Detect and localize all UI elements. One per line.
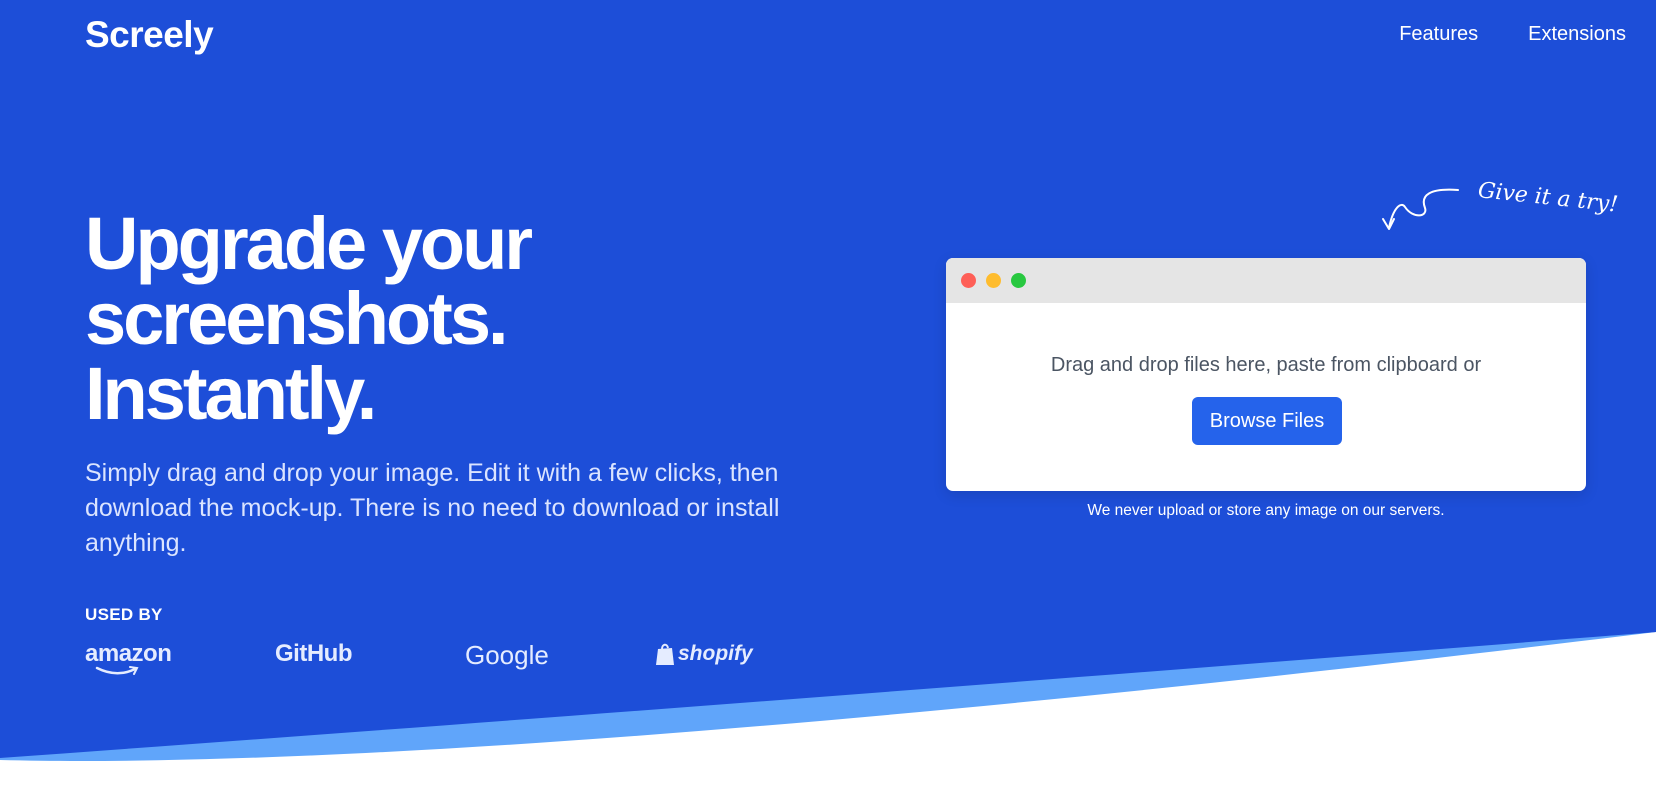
curved-arrow-icon [1382,188,1459,230]
amazon-logo-text: amazon [85,640,172,667]
headline-line-2: screenshots. [85,277,509,360]
hero-headline: Upgrade your screenshots. Instantly. [85,202,533,435]
nav-link-features[interactable]: Features [1399,23,1478,46]
main-nav: Features Extensions [1399,23,1626,46]
shopify-logo: shopify [655,642,753,666]
landing-page: Screely Features Extensions Upgrade your… [0,0,1656,791]
privacy-note: We never upload or store any image on ou… [1087,502,1445,519]
shopify-logo-text: shopify [678,642,753,665]
nav-link-extensions[interactable]: Extensions [1528,23,1626,46]
hero-subtext: Simply drag and drop your image. Edit it… [85,459,780,557]
close-dot-icon [961,273,976,288]
github-logo: GitHub [275,640,352,667]
headline-line-3: Instantly. [85,352,377,435]
amazon-logo: amazon [85,640,172,675]
window-titlebar [946,258,1586,303]
upload-window[interactable]: Drag and drop files here, paste from cli… [946,258,1586,491]
google-logo: Google [465,640,549,670]
headline-line-1: Upgrade your [85,202,533,285]
used-by-label: USED BY [85,605,163,624]
shopify-bag-icon [656,643,674,665]
minimize-dot-icon [986,273,1001,288]
drop-zone-text: Drag and drop files here, paste from cli… [1050,354,1482,376]
browse-files-button[interactable]: Browse Files [1192,397,1342,445]
amazon-smile-icon [95,666,139,675]
maximize-dot-icon [1011,273,1026,288]
site-logo[interactable]: Screely [85,14,214,56]
